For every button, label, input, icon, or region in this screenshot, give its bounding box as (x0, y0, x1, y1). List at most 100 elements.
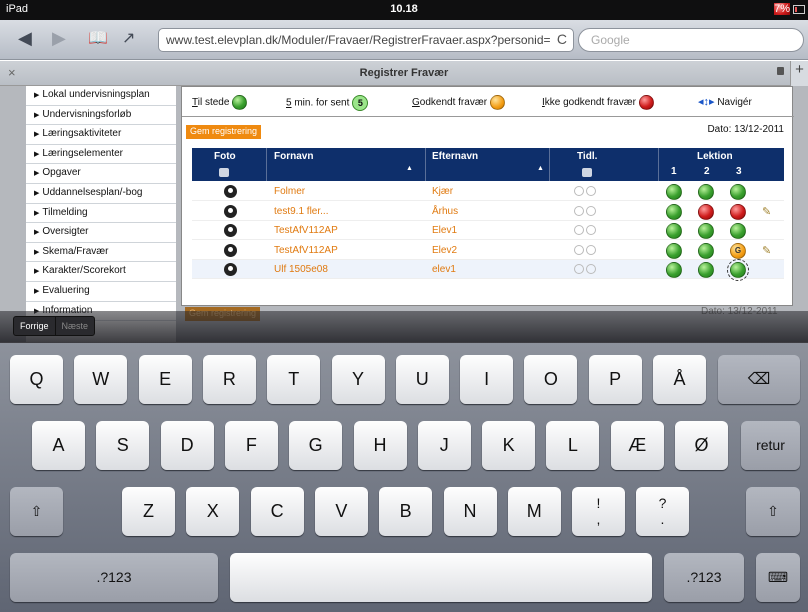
lesson-status-green[interactable] (730, 223, 746, 239)
lesson-status-green[interactable] (666, 262, 682, 278)
share-icon[interactable]: ↗ (122, 28, 135, 48)
col-lastname[interactable]: Efternavn (432, 151, 478, 162)
lesson-status-red[interactable] (698, 203, 714, 220)
tidl-toggle[interactable] (574, 205, 604, 216)
sidebar-item[interactable]: Lokal undervisningsplan (26, 86, 176, 106)
key-æ[interactable]: Æ (610, 421, 664, 470)
key-k[interactable]: K (482, 421, 536, 470)
back-icon[interactable]: ◀ (18, 28, 32, 49)
backspace-key[interactable]: ⌫ (718, 355, 800, 404)
shift-key-left[interactable]: ⇧ (10, 487, 63, 536)
key-å[interactable]: Å (653, 355, 706, 404)
key-o[interactable]: O (524, 355, 578, 404)
sidebar-item[interactable]: Læringsaktiviteter (26, 125, 176, 145)
col-firstname[interactable]: Fornavn (274, 151, 313, 162)
lesson-status-orange[interactable]: G (730, 242, 746, 259)
key-n[interactable]: N (443, 487, 497, 536)
forward-icon[interactable]: ▶ (52, 28, 66, 49)
key-x[interactable]: X (186, 487, 240, 536)
sort-arrow-icon[interactable]: ▲ (537, 165, 544, 172)
lesson-status-green[interactable] (666, 242, 682, 259)
lastname-cell[interactable]: Århus (432, 206, 458, 217)
sidebar-item[interactable]: Skema/Fravær (26, 243, 176, 263)
tidl-toggle[interactable] (574, 225, 604, 235)
key-g[interactable]: G (289, 421, 343, 470)
lesson-status-red[interactable] (730, 203, 746, 220)
firstname-cell[interactable]: test9.1 fler... (274, 206, 328, 217)
space-key[interactable] (230, 553, 652, 602)
firstname-cell[interactable]: TestAfV112AP (274, 245, 338, 256)
lastname-cell[interactable]: Elev2 (432, 245, 457, 256)
key-p[interactable]: P (588, 355, 642, 404)
sort-arrow-icon[interactable]: ▲ (406, 165, 413, 172)
sidebar-item[interactable]: Tilmelding (26, 204, 176, 224)
firstname-cell[interactable]: Ulf 1505e08 (274, 264, 328, 275)
key-l[interactable]: L (546, 421, 600, 470)
lesson-status-green[interactable] (698, 184, 714, 200)
shift-key-right[interactable]: ⇧ (746, 487, 800, 536)
lesson-status-green[interactable] (666, 203, 682, 220)
next-button[interactable]: Næste (54, 317, 95, 335)
key-c[interactable]: C (250, 487, 304, 536)
key-u[interactable]: U (395, 355, 449, 404)
key-w[interactable]: W (74, 355, 128, 404)
key-m[interactable]: M (507, 487, 561, 536)
new-tab-button[interactable]: + (790, 61, 808, 86)
key-j[interactable]: J (417, 421, 471, 470)
key-r[interactable]: R (202, 355, 256, 404)
numbers-key-left[interactable]: .?123 (10, 553, 218, 602)
key-exclamation[interactable]: !, (572, 487, 625, 536)
select-all-checkbox[interactable] (219, 168, 229, 177)
tidl-toggle[interactable] (574, 186, 604, 196)
legend-late[interactable]: 5 min. for sent 5 (286, 95, 369, 111)
edit-pencil-icon[interactable]: ✎ (762, 244, 771, 257)
key-y[interactable]: Y (331, 355, 385, 404)
key-i[interactable]: I (460, 355, 514, 404)
lesson-status-green[interactable] (698, 262, 714, 278)
lesson-status-green[interactable] (666, 223, 682, 239)
key-v[interactable]: V (314, 487, 368, 536)
firstname-cell[interactable]: TestAfV112AP (274, 225, 338, 236)
lastname-cell[interactable]: Kjær (432, 186, 453, 197)
lesson-status-green[interactable] (730, 184, 746, 200)
search-field[interactable]: Google (578, 28, 804, 52)
lastname-cell[interactable]: Elev1 (432, 225, 457, 236)
save-registration-button[interactable]: Gem registrering (186, 125, 262, 139)
key-d[interactable]: D (160, 421, 214, 470)
key-e[interactable]: E (138, 355, 192, 404)
key-b[interactable]: B (379, 487, 433, 536)
url-field[interactable]: www.test.elevplan.dk/Moduler/Fravaer/Reg… (158, 28, 574, 52)
edit-pencil-icon[interactable]: ✎ (762, 205, 771, 218)
reload-icon[interactable]: C (557, 31, 567, 47)
legend-present[interactable]: Til stede (192, 95, 248, 110)
return-key[interactable]: retur (741, 421, 800, 470)
previous-button[interactable]: Forrige (14, 317, 55, 335)
key-question[interactable]: ?. (636, 487, 689, 536)
key-s[interactable]: S (96, 421, 150, 470)
lesson-status-green[interactable] (666, 184, 682, 200)
lesson-status-green[interactable] (698, 242, 714, 259)
sidebar-item[interactable]: Uddannelsesplan/-bog (26, 184, 176, 204)
sidebar-item[interactable]: Karakter/Scorekort (26, 262, 176, 282)
tidl-checkbox[interactable] (582, 168, 592, 177)
key-f[interactable]: F (224, 421, 278, 470)
sidebar-item[interactable]: Læringselementer (26, 145, 176, 165)
key-h[interactable]: H (353, 421, 407, 470)
bookmarks-icon[interactable]: 📖 (88, 28, 108, 48)
legend-navigate[interactable]: ◂↕▸ Navigér (698, 95, 752, 108)
tidl-toggle[interactable] (574, 244, 604, 255)
sidebar-item[interactable]: Undervisningsforløb (26, 106, 176, 126)
sidebar-item[interactable]: Oversigter (26, 223, 176, 243)
legend-approved[interactable]: Godkendt fravær (412, 95, 506, 110)
firstname-cell[interactable]: Folmer (274, 186, 305, 197)
lastname-cell[interactable]: elev1 (432, 264, 456, 275)
sidebar-item[interactable]: Opgaver (26, 164, 176, 184)
tidl-toggle[interactable] (574, 264, 604, 274)
sidebar-item[interactable]: Evaluering (26, 282, 176, 302)
lesson-status-green[interactable] (698, 223, 714, 239)
key-t[interactable]: T (267, 355, 321, 404)
numbers-key-right[interactable]: .?123 (664, 553, 744, 602)
hide-keyboard-key[interactable]: ⌨ (756, 553, 800, 602)
legend-unapproved[interactable]: Ikke godkendt fravær (542, 95, 654, 110)
key-z[interactable]: Z (122, 487, 175, 536)
